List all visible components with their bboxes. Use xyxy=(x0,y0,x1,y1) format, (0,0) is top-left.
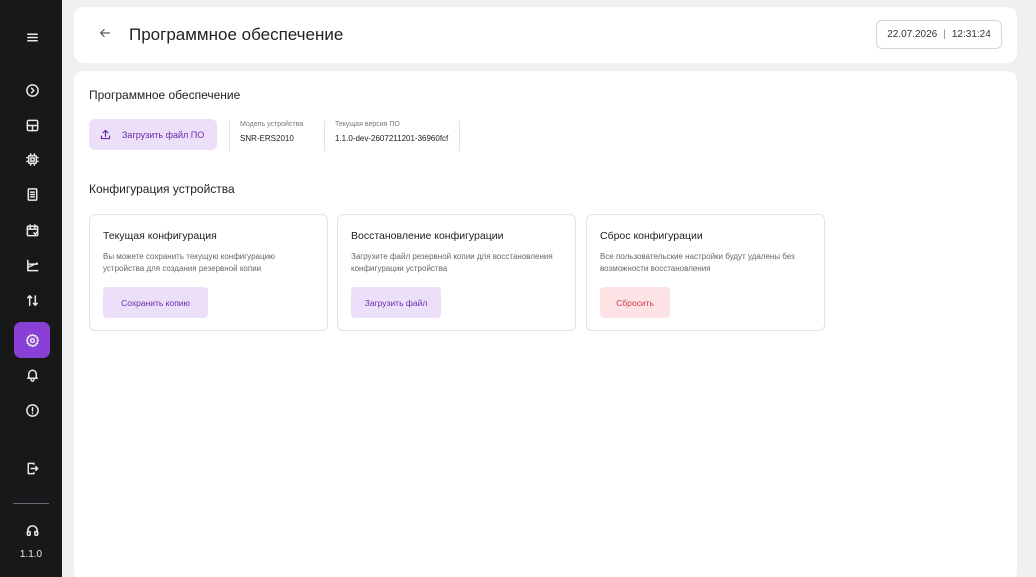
card-title: Сброс конфигурации xyxy=(600,230,703,242)
circle-chevron-right-icon[interactable] xyxy=(14,72,50,108)
headset-icon[interactable] xyxy=(14,512,50,548)
card-title: Текущая конфигурация xyxy=(103,230,217,242)
device-model-info: Модель устройства SNR-ERS2010 xyxy=(229,121,322,151)
firmware-version-value: 1.1.0-dev-2607211201-36960fcf xyxy=(335,134,449,143)
back-arrow-icon[interactable] xyxy=(96,24,114,42)
card-description: Все пользовательские настройки будут уда… xyxy=(600,252,795,273)
upload-icon xyxy=(100,129,111,140)
firmware-version-label: Текущая версия ПО xyxy=(335,121,400,128)
datetime-separator: | xyxy=(943,29,946,40)
upload-file-button[interactable]: Загрузить файл xyxy=(351,287,441,318)
calendar-icon[interactable] xyxy=(14,212,50,248)
software-section-title: Программное обеспечение xyxy=(89,88,241,102)
restore-config-card: Восстановление конфигурации Загрузите фа… xyxy=(337,214,576,331)
date-text: 22.07.2026 xyxy=(887,29,938,40)
sidebar-divider xyxy=(13,503,49,504)
datetime-display: 22.07.2026 | 12:31:24 xyxy=(876,20,1002,49)
logout-icon[interactable] xyxy=(14,450,50,486)
card-title: Восстановление конфигурации xyxy=(351,230,504,242)
upload-firmware-label: Загрузить файл ПО xyxy=(122,129,205,140)
page-title: Программное обеспечение xyxy=(129,25,344,44)
device-model-label: Модель устройства xyxy=(240,121,304,128)
reset-config-card: Сброс конфигурации Все пользовательские … xyxy=(586,214,825,331)
current-config-card: Текущая конфигурация Вы можете сохранить… xyxy=(89,214,328,331)
menu-icon[interactable] xyxy=(14,19,50,55)
page-header: Программное обеспечение 22.07.2026 | 12:… xyxy=(74,7,1017,63)
app-version: 1.1.0 xyxy=(19,549,43,560)
reset-button[interactable]: Сбросить xyxy=(600,287,670,318)
card-description: Вы можете сохранить текущую конфигурацию… xyxy=(103,252,276,273)
chip-icon[interactable] xyxy=(14,141,50,177)
time-text: 12:31:24 xyxy=(951,29,991,40)
transfer-icon[interactable] xyxy=(14,282,50,318)
chart-icon[interactable] xyxy=(14,247,50,283)
upload-firmware-button[interactable]: Загрузить файл ПО xyxy=(89,119,217,150)
sidebar: 1.1.0 xyxy=(0,0,62,577)
info-icon[interactable] xyxy=(14,392,50,428)
config-section-title: Конфигурация устройства xyxy=(89,182,235,196)
main-panel: Программное обеспечение Загрузить файл П… xyxy=(74,71,1017,577)
save-copy-button[interactable]: Сохранить копию xyxy=(103,287,208,318)
bell-icon[interactable] xyxy=(14,356,50,392)
firmware-version-info: Текущая версия ПО 1.1.0-dev-2607211201-3… xyxy=(324,121,460,151)
settings-icon[interactable] xyxy=(14,322,50,358)
document-icon[interactable] xyxy=(14,176,50,212)
dashboard-icon[interactable] xyxy=(14,107,50,143)
device-model-value: SNR-ERS2010 xyxy=(240,134,294,143)
card-description: Загрузите файл резервной копии для восст… xyxy=(351,252,553,273)
